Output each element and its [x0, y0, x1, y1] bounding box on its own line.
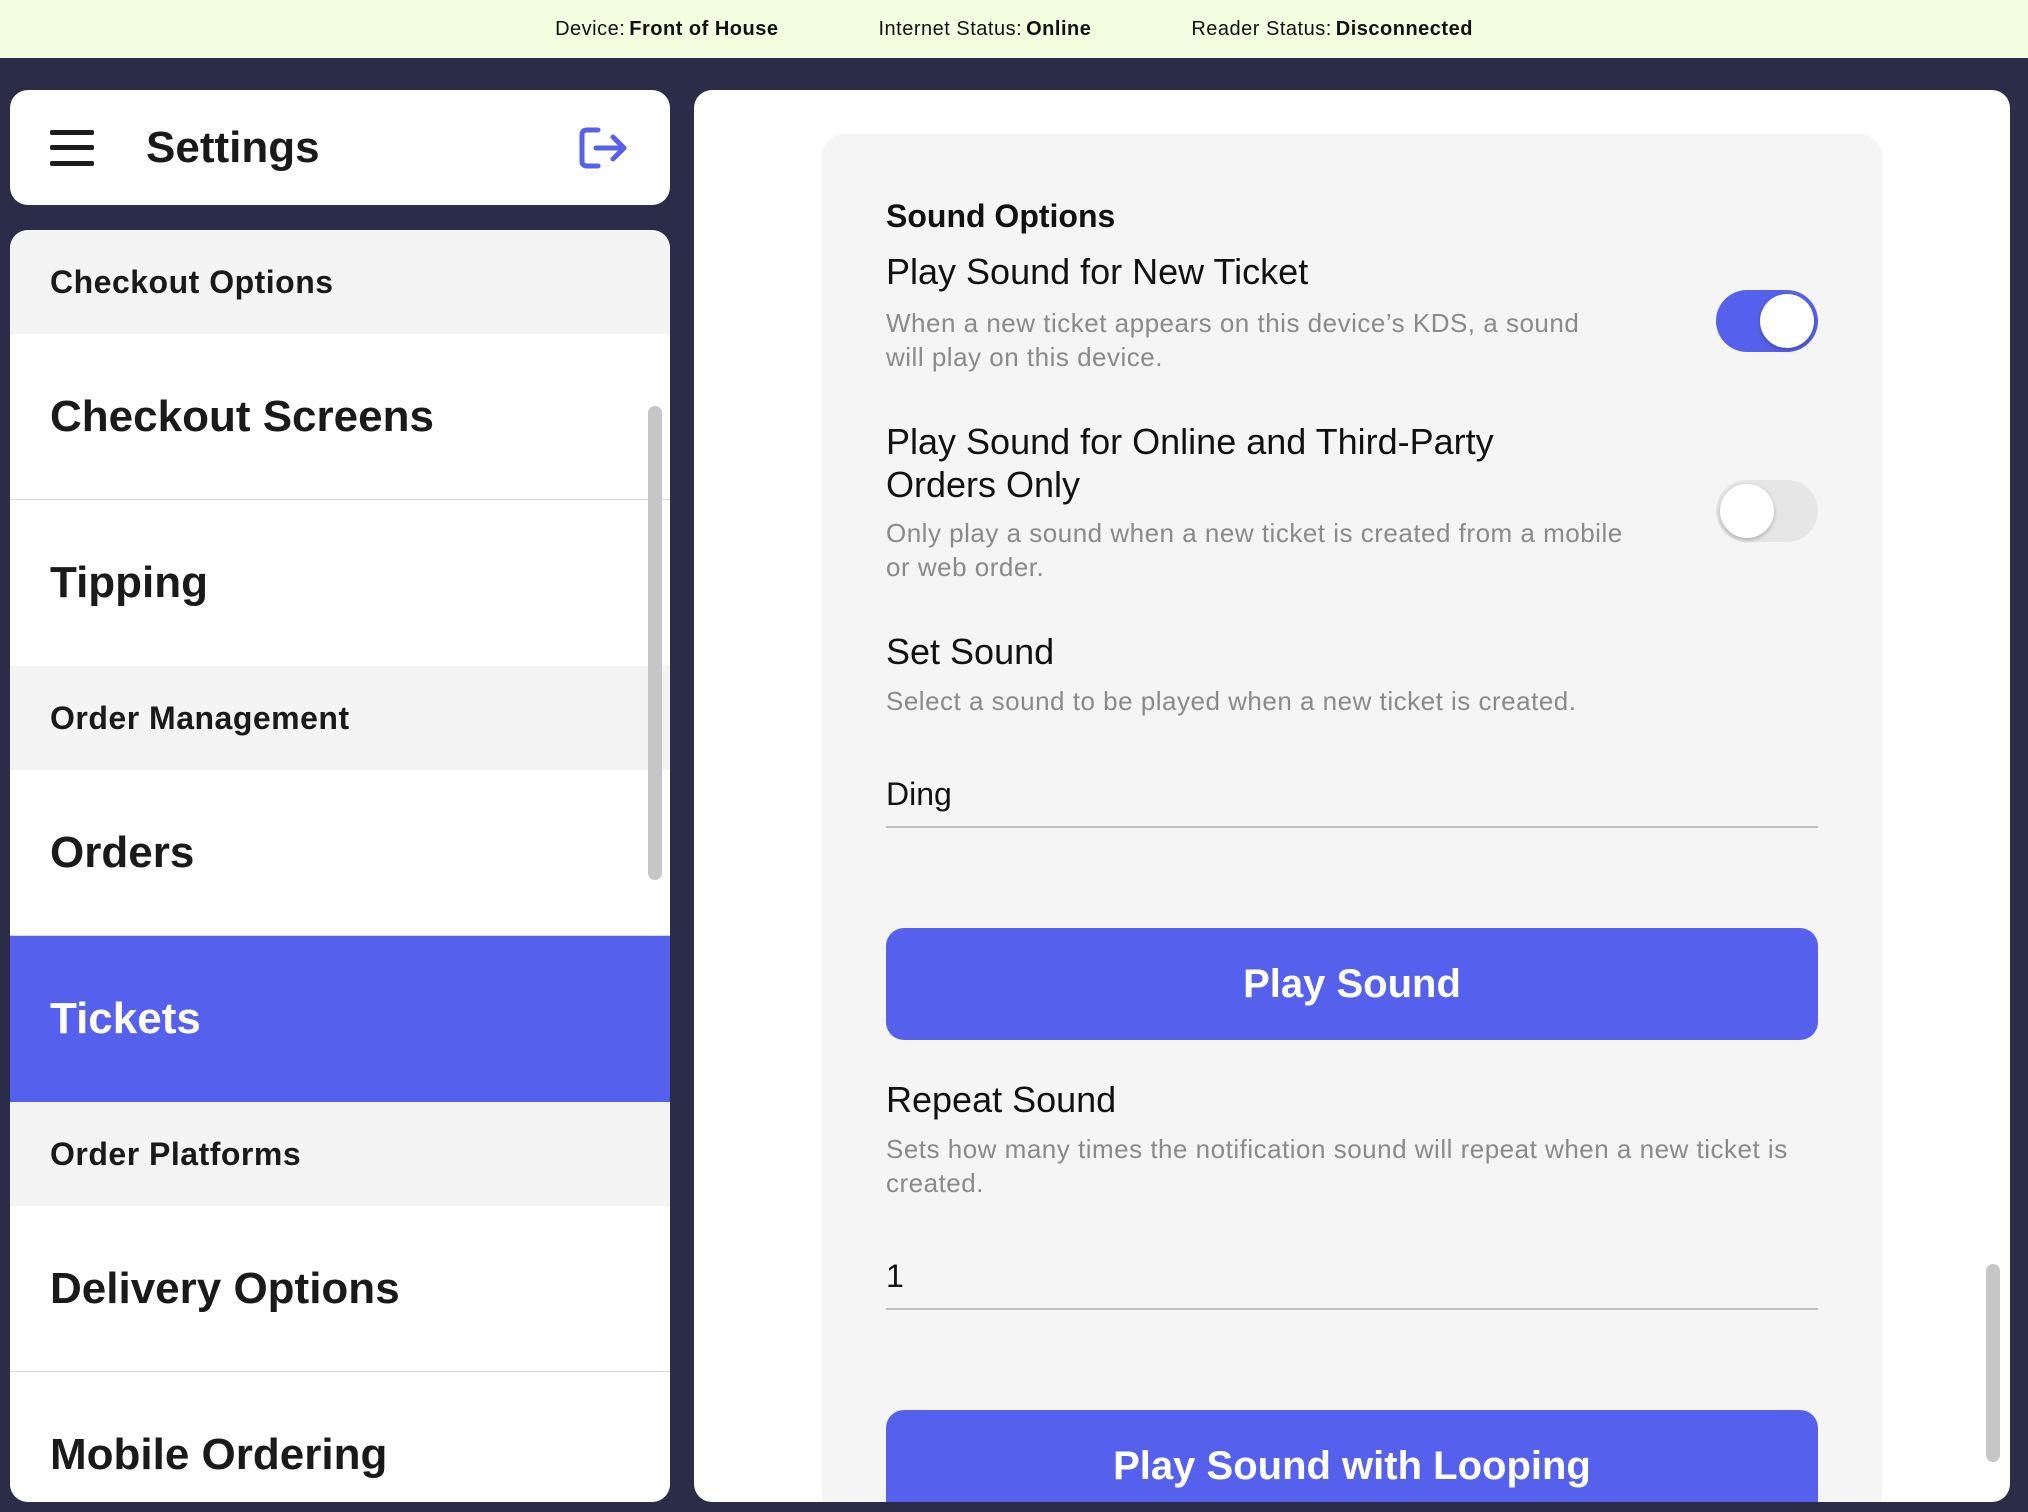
section-heading-checkout-options: Checkout Options [10, 230, 670, 334]
main-scrollbar[interactable] [1986, 1264, 2000, 1462]
repeat-count-value: 1 [886, 1257, 904, 1294]
internet-value: Online [1026, 17, 1092, 40]
device-value: Front of House [629, 17, 779, 40]
internet-label: Internet Status: [878, 17, 1023, 40]
sidebar-item-tickets[interactable]: Tickets [10, 936, 670, 1102]
hamburger-menu-icon[interactable] [50, 129, 94, 166]
internet-status: Internet Status: Online [878, 18, 1091, 41]
sidebar-item-mobile-ordering[interactable]: Mobile Ordering [10, 1372, 670, 1502]
online-orders-sound-toggle[interactable] [1716, 480, 1818, 542]
new-ticket-sound-toggle[interactable] [1716, 290, 1818, 352]
status-bar: Device: Front of House Internet Status: O… [0, 0, 2028, 58]
play-sound-looping-button[interactable]: Play Sound with Looping [886, 1410, 1818, 1502]
main-panel: Sound Options Play Sound for New Ticket … [694, 90, 2010, 1502]
sidebar-item-orders[interactable]: Orders [10, 770, 670, 936]
section-title: Sound Options [886, 198, 1116, 234]
new-ticket-sound-title: Play Sound for New Ticket [886, 251, 1309, 292]
device-label: Device: [555, 17, 626, 40]
reader-value: Disconnected [1335, 17, 1473, 40]
repeat-sound-description: Sets how many times the notification sou… [886, 1134, 1788, 1198]
play-sound-button[interactable]: Play Sound [886, 928, 1818, 1040]
sound-select[interactable]: Ding [886, 762, 1818, 828]
sidebar-item-checkout-screens[interactable]: Checkout Screens [10, 334, 670, 500]
section-heading-order-platforms: Order Platforms [10, 1102, 670, 1206]
sidebar-nav: Checkout Options Checkout Screens Tippin… [10, 230, 670, 1502]
sidebar-header: Settings [10, 90, 670, 205]
online-orders-sound-description: Only play a sound when a new ticket is c… [886, 518, 1623, 582]
set-sound-description: Select a sound to be played when a new t… [886, 686, 1577, 716]
sidebar-scrollbar[interactable] [648, 406, 662, 880]
online-orders-sound-title: Play Sound for Online and Third-Party Or… [886, 421, 1494, 505]
repeat-count-input[interactable]: 1 [886, 1244, 1818, 1310]
sidebar-item-tipping[interactable]: Tipping [10, 500, 670, 666]
sound-options-card: Sound Options Play Sound for New Ticket … [822, 134, 1882, 1502]
device-status: Device: Front of House [555, 18, 778, 41]
toggle-knob [1760, 294, 1814, 348]
repeat-sound-title: Repeat Sound [886, 1079, 1117, 1120]
reader-label: Reader Status: [1191, 17, 1332, 40]
toggle-knob [1720, 484, 1774, 538]
section-heading-order-management: Order Management [10, 666, 670, 770]
set-sound-title: Set Sound [886, 631, 1055, 672]
sound-select-value: Ding [886, 775, 952, 812]
sidebar-item-delivery-options[interactable]: Delivery Options [10, 1206, 670, 1372]
new-ticket-sound-description: When a new ticket appears on this device… [886, 308, 1580, 372]
logout-icon[interactable] [578, 126, 630, 170]
reader-status: Reader Status: Disconnected [1191, 18, 1473, 41]
page-title: Settings [146, 122, 320, 172]
